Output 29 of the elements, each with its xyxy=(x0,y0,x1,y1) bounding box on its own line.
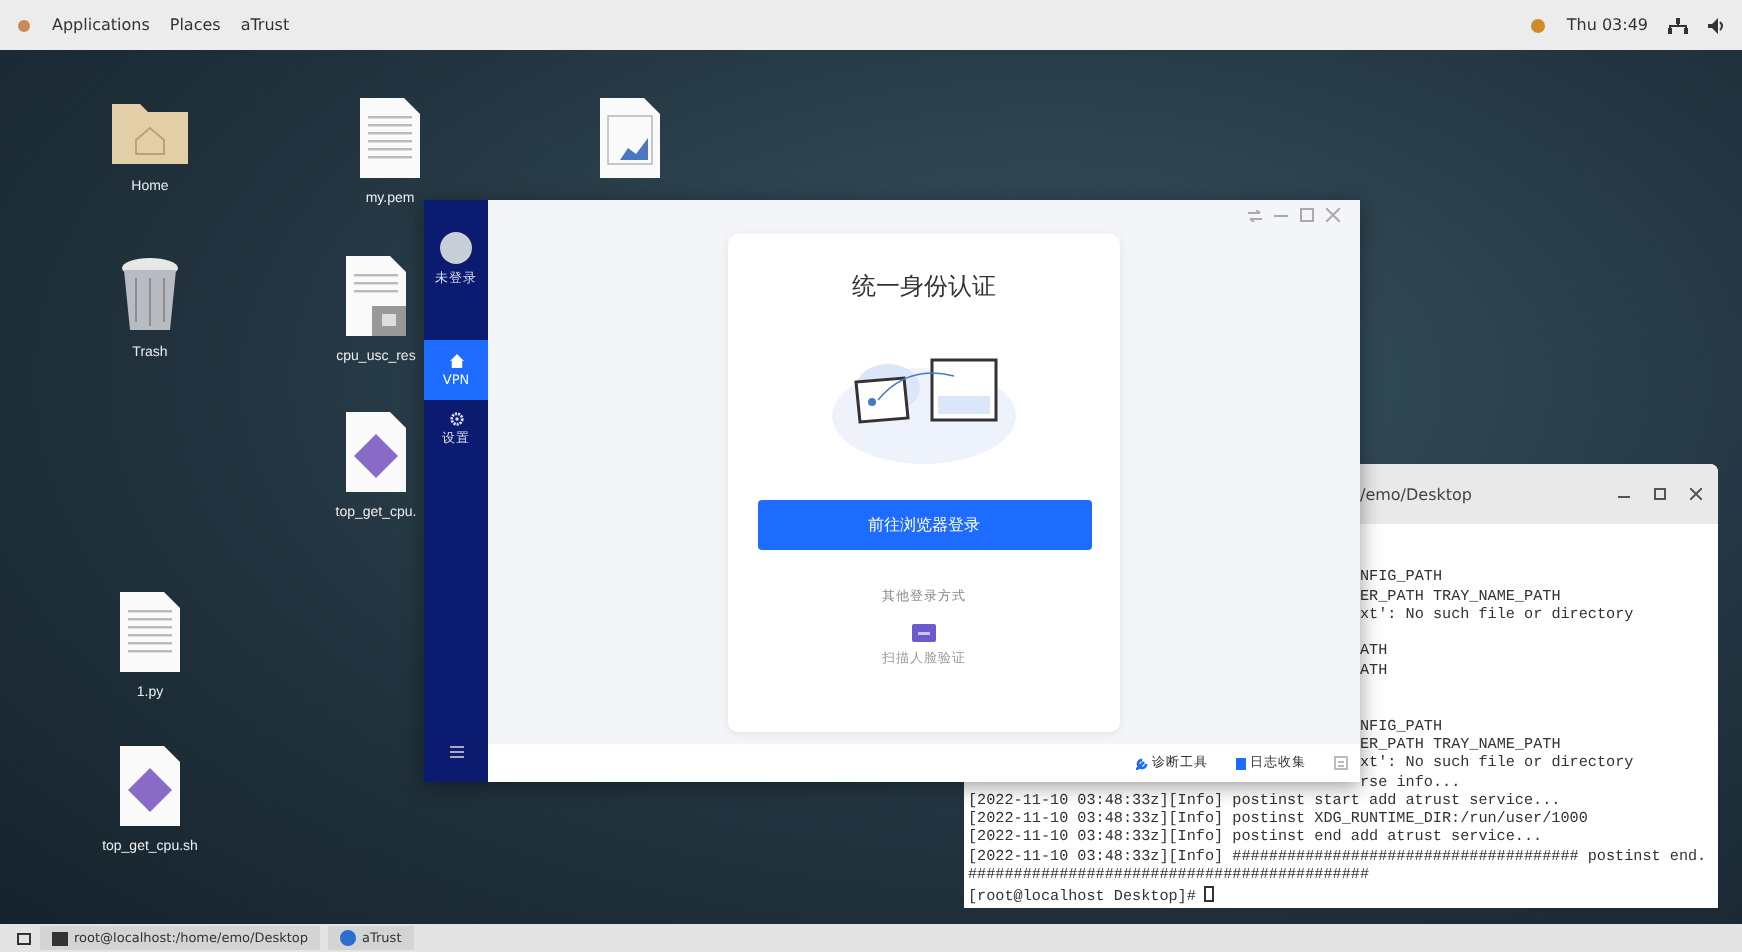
text-cursor xyxy=(1204,886,1215,903)
document-icon[interactable] xyxy=(358,96,422,180)
wrench-icon xyxy=(1136,757,1148,769)
document-icon xyxy=(1236,757,1246,769)
face-scan-icon[interactable] xyxy=(912,624,936,642)
network-icon[interactable] xyxy=(1668,17,1688,33)
window-title: /emo/Desktop xyxy=(1360,485,1472,503)
card-title: 统一身份认证 xyxy=(852,270,996,304)
terminal-icon xyxy=(52,931,68,945)
trash-icon[interactable] xyxy=(118,254,182,334)
menu-icon[interactable] xyxy=(449,746,463,758)
close-icon[interactable] xyxy=(1690,488,1702,500)
script-icon[interactable] xyxy=(344,410,408,494)
settings-icon xyxy=(449,412,463,426)
browser-login-button[interactable]: 前往浏览器登录 xyxy=(757,500,1091,550)
clock[interactable]: Thu 03:49 xyxy=(1566,16,1648,34)
document-icon[interactable] xyxy=(118,590,182,674)
maximize-icon[interactable] xyxy=(1654,488,1666,500)
app-icon xyxy=(340,930,357,946)
spreadsheet-icon[interactable] xyxy=(598,96,662,180)
script-icon[interactable] xyxy=(118,744,182,828)
menu-item[interactable]: Places xyxy=(169,16,221,34)
menu-item[interactable]: aTrust xyxy=(240,16,290,34)
menu-item[interactable]: Applications xyxy=(52,16,150,34)
home-icon xyxy=(449,353,463,367)
desktop-icon[interactable] xyxy=(16,930,32,946)
avatar[interactable] xyxy=(440,232,472,264)
volume-icon[interactable] xyxy=(1708,17,1726,33)
locked-document-icon[interactable] xyxy=(344,254,408,338)
